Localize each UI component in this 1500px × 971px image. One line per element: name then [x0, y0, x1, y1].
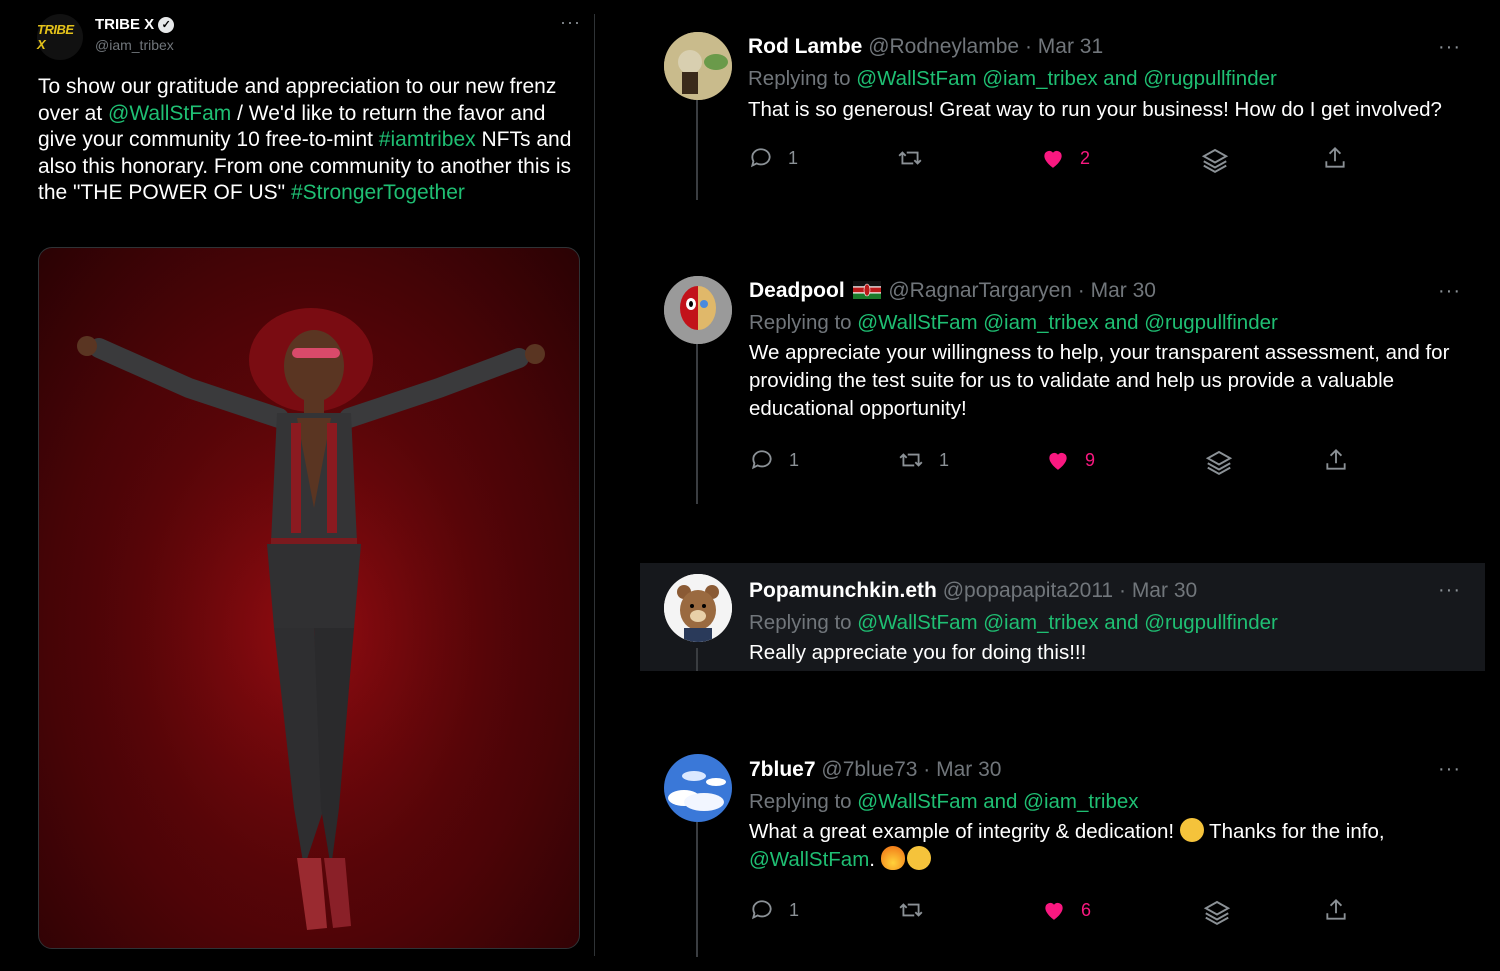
main-tweet: TRIBE X TRIBE X ✓ @iam_tribex ··· To sho… [0, 0, 594, 971]
handle[interactable]: @7blue73 [821, 758, 917, 781]
nft-layers-button[interactable] [1200, 145, 1230, 175]
avatar-art [664, 754, 732, 822]
avatar[interactable] [664, 276, 732, 344]
more-options-icon[interactable]: ··· [1438, 36, 1461, 59]
reply-button[interactable]: 1 [749, 897, 799, 923]
reply-text: What a great example of integrity & dedi… [749, 818, 1385, 871]
share-button[interactable] [1322, 145, 1348, 171]
character-illustration [49, 308, 569, 930]
heart-filled-icon [1049, 452, 1067, 470]
reply-text: We appreciate your willingness to help, … [749, 341, 1450, 420]
thread-line [696, 648, 698, 671]
replying-to-links[interactable]: @WallStFam @iam_tribex and @rugpullfinde… [857, 611, 1278, 634]
panel-divider [594, 14, 595, 956]
thread-line [696, 344, 698, 504]
retweet-button[interactable] [896, 145, 938, 171]
share-icon [1325, 146, 1345, 168]
date[interactable]: Mar 31 [1038, 35, 1103, 58]
more-options-icon[interactable]: ··· [560, 12, 581, 33]
replying-to-links[interactable]: @WallStFam @iam_tribex and @rugpullfinde… [857, 311, 1278, 334]
replying-to: Replying to @WallStFam @iam_tribex and @… [749, 311, 1278, 334]
reply-header: Deadpool @RagnarTargaryen · Mar 30 [749, 279, 1156, 302]
reply-7blue7[interactable]: 7blue7 @7blue73 · Mar 30 ··· Replying to… [640, 742, 1485, 957]
display-name[interactable]: Deadpool [749, 279, 845, 302]
author-handle[interactable]: @iam_tribex [95, 37, 174, 53]
reply-icon [750, 148, 771, 168]
retweet-icon [898, 151, 922, 165]
replying-to: Replying to @WallStFam and @iam_tribex [749, 790, 1139, 813]
reply-icon [751, 900, 772, 920]
more-options-icon[interactable]: ··· [1438, 280, 1461, 303]
heart-filled-icon [1045, 902, 1063, 920]
layers-icon [1203, 900, 1231, 925]
tweet-text: To show our gratitude and appreciation t… [38, 74, 583, 207]
handle[interactable]: @popapapita2011 [943, 579, 1113, 602]
date[interactable]: Mar 30 [1132, 579, 1197, 602]
handle[interactable]: @Rodneylambe [868, 35, 1019, 58]
share-button[interactable] [1323, 897, 1349, 923]
reply-text: That is so generous! Great way to run yo… [748, 98, 1442, 121]
verified-badge-icon: ✓ [158, 16, 175, 33]
nft-layers-button[interactable] [1204, 447, 1234, 477]
reply-deadpool[interactable]: Deadpool @RagnarTargaryen · Mar 30 ··· R… [640, 262, 1485, 507]
date[interactable]: Mar 30 [1091, 279, 1156, 302]
avatar[interactable] [664, 754, 732, 822]
thread-line [696, 100, 698, 200]
reply-button[interactable]: 1 [748, 145, 798, 171]
reply-popamunchkin[interactable]: Popamunchkin.eth @popapapita2011 · Mar 3… [640, 563, 1485, 671]
like-button[interactable]: 9 [1045, 447, 1095, 473]
retweet-icon [899, 453, 923, 467]
replying-to: Replying to @WallStFam @iam_tribex and @… [749, 611, 1278, 634]
handle[interactable]: @RagnarTargaryen [888, 279, 1072, 302]
nft-layers-button[interactable] [1202, 897, 1232, 927]
share-icon [1326, 448, 1346, 470]
retweet-icon [899, 903, 923, 917]
avatar[interactable] [664, 32, 732, 100]
fire-emoji-icon [880, 846, 905, 870]
reply-button[interactable]: 1 [749, 447, 799, 473]
reply-header: Popamunchkin.eth @popapapita2011 · Mar 3… [749, 579, 1198, 602]
display-name[interactable]: 7blue7 [749, 758, 816, 781]
more-options-icon[interactable]: ··· [1438, 579, 1461, 602]
replying-to-links[interactable]: @WallStFam and @iam_tribex [857, 790, 1138, 813]
share-icon [1326, 898, 1346, 920]
layers-icon [1205, 450, 1233, 475]
avatar-art [664, 276, 732, 344]
reply-header: 7blue7 @7blue73 · Mar 30 [749, 758, 1002, 781]
kenya-flag-icon [852, 281, 881, 299]
author-name[interactable]: TRIBE X ✓ [95, 16, 175, 33]
action-bar: 1 2 [748, 145, 1478, 175]
reply-text: Really appreciate you for doing this!!! [749, 641, 1087, 664]
avatar-art [664, 32, 732, 100]
action-bar: 1 6 [749, 897, 1479, 927]
tribex-avatar[interactable]: TRIBE X [37, 14, 83, 60]
display-name[interactable]: Rod Lambe [748, 35, 862, 58]
replying-to: Replying to @WallStFam @iam_tribex and @… [748, 67, 1277, 90]
more-options-icon[interactable]: ··· [1438, 758, 1461, 781]
like-button[interactable]: 6 [1041, 897, 1091, 923]
thread-line [696, 822, 698, 957]
hashtag-link[interactable]: #iamtribex [379, 128, 476, 151]
layers-icon [1201, 148, 1229, 173]
replying-to-links[interactable]: @WallStFam @iam_tribex and @rugpullfinde… [856, 67, 1277, 90]
heart-eyes-emoji-icon [906, 846, 931, 870]
display-name[interactable]: Popamunchkin.eth [749, 579, 937, 602]
retweet-button[interactable]: 1 [897, 447, 949, 473]
action-bar: 1 1 9 [749, 447, 1479, 477]
retweet-button[interactable] [897, 897, 939, 923]
hashtag-link[interactable]: #StrongerTogether [291, 181, 465, 204]
share-button[interactable] [1323, 447, 1349, 473]
avatar-art [664, 574, 732, 642]
like-button[interactable]: 2 [1040, 145, 1090, 171]
mention-link[interactable]: @WallStFam [749, 848, 869, 871]
reply-header: Rod Lambe @Rodneylambe · Mar 31 [748, 35, 1104, 58]
tweet-image[interactable] [38, 247, 580, 949]
clapping-hands-emoji-icon [1179, 818, 1204, 842]
reply-icon [751, 450, 772, 470]
mention-link[interactable]: @WallStFam [108, 102, 231, 125]
reply-rodlambe[interactable]: Rod Lambe @Rodneylambe · Mar 31 ··· Repl… [640, 20, 1485, 220]
heart-filled-icon [1044, 150, 1062, 168]
avatar[interactable] [664, 574, 732, 642]
date[interactable]: Mar 30 [936, 758, 1001, 781]
